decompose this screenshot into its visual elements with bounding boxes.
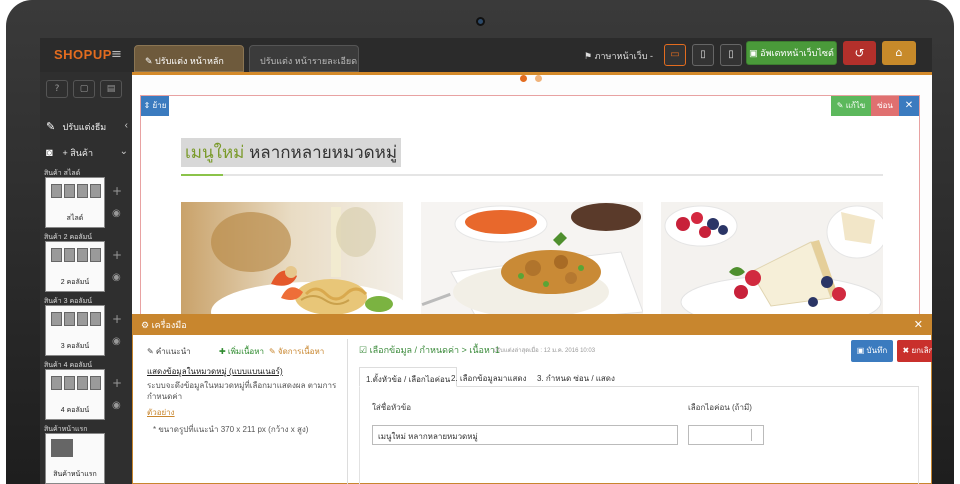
sidebar-item-label: + สินค้า [62, 148, 93, 158]
slide-dot-active[interactable] [520, 75, 527, 82]
eye-icon[interactable]: ◉ [112, 272, 121, 283]
mobile-icon[interactable]: ▯ [720, 44, 742, 66]
category-image[interactable] [181, 202, 403, 326]
home-icon[interactable]: ⌂ [882, 41, 916, 65]
example-link[interactable]: ตัวอย่าง [147, 406, 337, 419]
icon-field-label: เลือกไอค่อน (ถ้ามี) [688, 403, 752, 412]
help-header: ✎ คำแนะนำ ✚ เพิ่มเนื้อหา ✎ จัดการเนื้อหา [147, 345, 337, 359]
icon-picker-toggle[interactable] [751, 429, 759, 441]
tab-show-hide[interactable]: 3. กำหนด ซ่อน / แสดง [531, 367, 621, 387]
tab-title-icon[interactable]: 1.ตั้งหัวข้อ / เลือกไอค่อน [359, 367, 458, 387]
panel-divider [347, 339, 348, 484]
layers-icon[interactable]: ▤ [100, 80, 122, 98]
sidebar-item-theme[interactable]: ✎ ปรับแต่งธีม ‹ [46, 120, 130, 140]
block-thumbnail[interactable]: สไลด์ [45, 177, 105, 228]
tab-select-data[interactable]: 2. เลือกข้อมูลมาแสดง [445, 367, 533, 387]
copy-icon[interactable]: ▢ [73, 80, 95, 98]
hide-section-button[interactable]: ซ่อน [871, 96, 899, 116]
title-input[interactable]: เมนูใหม่ หลากหลายหมวดหมู่ [372, 425, 678, 445]
eye-icon[interactable]: ◉ [112, 336, 121, 347]
desktop-icon[interactable]: ▭ [664, 44, 686, 66]
block-preview [51, 183, 103, 203]
block-type-link[interactable]: แสดงข้อมูลในหมวดหมู่ (แบบแบนเนอร์) [147, 365, 337, 378]
icon-picker[interactable] [688, 425, 764, 445]
close-icon[interactable]: ✕ [914, 315, 923, 335]
block-name: 4 คอลัมน์ [60, 407, 90, 414]
hamburger-icon[interactable]: ≡ [111, 47, 122, 62]
block-thumbnail[interactable]: 3 คอลัมน์ [45, 305, 105, 356]
block-slide[interactable]: สินค้า สไลด์ สไลด์ + ◉ [40, 168, 132, 232]
tools-title: ⚙ เครื่องมือ [141, 320, 187, 330]
section-title-rest: หลากหลายหมวดหมู่ [249, 143, 398, 162]
title-field-label: ใส่ชื่อหัวข้อ [372, 403, 412, 412]
add-content-link[interactable]: ✚ เพิ่มเนื้อหา [219, 345, 264, 358]
help-panel: ✎ คำแนะนำ ✚ เพิ่มเนื้อหา ✎ จัดการเนื้อหา… [147, 345, 337, 436]
block-home-products[interactable]: สินค้าหน้าแรก สินค้าหน้าแรก [40, 424, 132, 484]
content-section[interactable]: ⇕ ย้าย ✎ แก้ไข ซ่อน ✕ เมนูใหม่ หลากหลายห… [140, 95, 920, 326]
tools-panel: ⚙ เครื่องมือ ✕ ✎ คำแนะนำ ✚ เพิ่มเนื้อหา … [132, 314, 932, 484]
last-modified: ปรับแต่งล่าสุดเมื่อ : 12 ม.ค. 2016 10:03 [493, 348, 596, 354]
block-thumbnail[interactable]: 4 คอลัมน์ [45, 369, 105, 420]
section-title[interactable]: เมนูใหม่ หลากหลายหมวดหมู่ [181, 138, 402, 167]
config-tabs: 1.ตั้งหัวข้อ / เลือกไอค่อน 2. เลือกข้อมู… [359, 367, 919, 387]
add-icon[interactable]: + [112, 312, 122, 326]
block-thumbnail[interactable]: สินค้าหน้าแรก [45, 433, 105, 484]
chevron-left-icon: ‹ [124, 120, 128, 131]
title-divider-accent [181, 174, 223, 176]
block-3-columns[interactable]: สินค้า 3 คอลัมน์ 3 คอลัมน์ + ◉ [40, 296, 132, 360]
block-name: 2 คอลัมน์ [60, 279, 90, 286]
help-label: ✎ คำแนะนำ [147, 347, 191, 356]
block-name: 3 คอลัมน์ [60, 343, 90, 350]
config-form: ใส่ชื่อหัวข้อ เมนูใหม่ หลากหลายหมวดหมู่ … [359, 387, 919, 484]
block-name: สไลด์ [66, 215, 84, 222]
save-button[interactable]: ▣ บันทึก [851, 340, 893, 362]
block-preview [51, 375, 103, 395]
move-section-button[interactable]: ⇕ ย้าย [141, 96, 169, 116]
block-preview [51, 247, 103, 267]
language-dropdown[interactable]: ⚑ ภาษาหน้าเว็บ - [584, 49, 653, 63]
sidebar-item-label: ปรับแต่งธีม [62, 122, 107, 132]
top-bar: SHOPUP ≡ ✎ ปรับแต่ง หน้าหลัก ปรับแต่ง หน… [40, 38, 932, 72]
block-preview [51, 311, 103, 331]
gift-icon: ◙ [46, 147, 53, 159]
eye-icon[interactable]: ◉ [112, 208, 121, 219]
tab-detail-page[interactable]: ปรับแต่ง หน้ารายละเอียด [249, 45, 359, 72]
manage-content-link[interactable]: ✎ จัดการเนื้อหา [269, 345, 324, 358]
edit-icon: ✎ [46, 121, 56, 133]
cancel-button[interactable]: ✖ ยกเลิก [897, 340, 932, 362]
block-4-columns[interactable]: สินค้า 4 คอลัมน์ 4 คอลัมน์ + ◉ [40, 360, 132, 424]
add-icon[interactable]: + [112, 248, 122, 262]
app-screen: SHOPUP ≡ ✎ ปรับแต่ง หน้าหลัก ปรับแต่ง หน… [40, 38, 932, 484]
chevron-down-icon: ⌄ [119, 146, 128, 157]
edit-section-button[interactable]: ✎ แก้ไข [831, 96, 871, 116]
sidebar: ? ▢ ▤ ✎ ปรับแต่งธีม ‹ ◙ + สินค้า ⌄ สินค้… [40, 72, 132, 484]
block-name: สินค้าหน้าแรก [53, 471, 97, 478]
close-icon[interactable]: ✕ [899, 96, 919, 116]
section-title-accent: เมนูใหม่ [185, 143, 245, 162]
camera-icon [476, 17, 485, 26]
add-icon[interactable]: + [112, 184, 122, 198]
block-description: ระบบจะดึงข้อมูลในหมวดหมู่ที่เลือกมาแสดงผ… [147, 381, 337, 401]
help-icon[interactable]: ? [46, 80, 68, 98]
tab-main-page[interactable]: ✎ ปรับแต่ง หน้าหลัก [134, 45, 244, 72]
tools-header: ⚙ เครื่องมือ ✕ [133, 315, 931, 335]
category-image[interactable] [661, 202, 883, 326]
block-2-columns[interactable]: สินค้า 2 คอลัมน์ 2 คอลัมน์ + ◉ [40, 232, 132, 296]
block-preview [51, 439, 75, 459]
slide-dot[interactable] [535, 75, 542, 82]
undo-icon[interactable]: ↺ [843, 41, 876, 65]
block-thumbnail[interactable]: 2 คอลัมน์ [45, 241, 105, 292]
add-icon[interactable]: + [112, 376, 122, 390]
sidebar-item-products[interactable]: ◙ + สินค้า ⌄ [46, 146, 130, 166]
category-image[interactable] [421, 202, 643, 326]
eye-icon[interactable]: ◉ [112, 400, 121, 411]
breadcrumb: ☑ เลือกข้อมูล / กำหนดค่า > เนื้อหา1 [359, 345, 500, 355]
title-divider [181, 174, 883, 176]
tablet-icon[interactable]: ▯ [692, 44, 714, 66]
logo: SHOPUP [54, 47, 112, 62]
publish-button[interactable]: ▣ อัพเดทหน้าเว็บไซต์ [746, 41, 837, 65]
image-size-note: * ขนาดรูปที่แนะนำ 370 x 211 px (กว้าง x … [153, 425, 309, 434]
